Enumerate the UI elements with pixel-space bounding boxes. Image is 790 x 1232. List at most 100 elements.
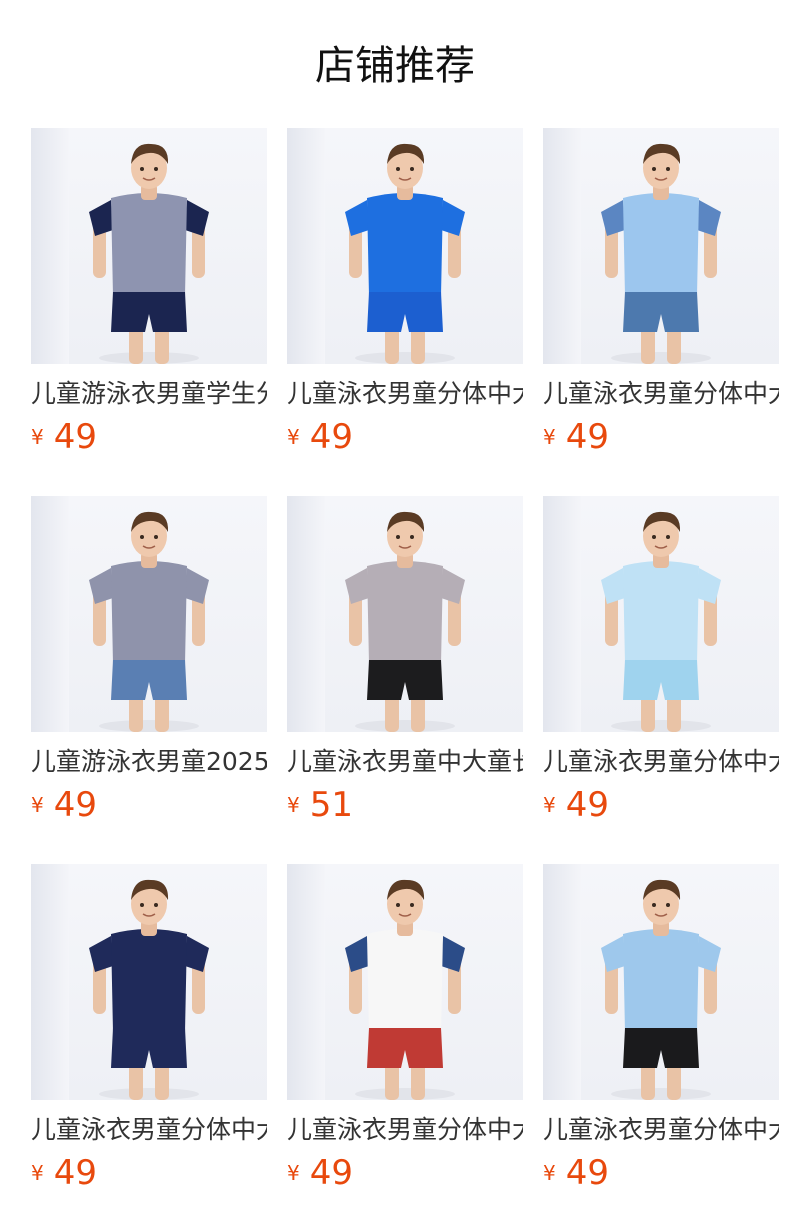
price-value: 49 — [53, 417, 97, 457]
floor-shadow — [355, 352, 455, 364]
model-figure — [345, 143, 465, 364]
right-eye — [666, 903, 670, 907]
right-eye — [666, 167, 670, 171]
product-name[interactable]: 儿童泳衣男童分体中大童 — [287, 378, 523, 410]
product-price: ¥49 — [287, 1152, 353, 1194]
model-figure — [89, 143, 209, 364]
price-value: 49 — [309, 1153, 353, 1193]
left-eye — [396, 167, 400, 171]
product-name[interactable]: 儿童泳衣男童分体中大童 — [543, 746, 779, 778]
product-card[interactable]: 儿童泳衣男童分体中大童 ¥49 — [287, 864, 523, 1204]
product-card[interactable]: 儿童泳衣男童分体中大童 ¥49 — [543, 496, 779, 836]
currency-symbol: ¥ — [31, 425, 44, 449]
right-eye — [410, 903, 414, 907]
left-sleeve — [601, 568, 625, 604]
product-grid: 儿童游泳衣男童学生分体 ¥49 儿童泳衣男童分体中大童 ¥49 儿童泳衣男童分体… — [0, 0, 790, 1232]
left-eye — [140, 535, 144, 539]
swim-shirt — [111, 929, 187, 1032]
left-sleeve — [89, 200, 113, 236]
left-sleeve — [345, 936, 369, 972]
floor-shadow — [99, 1088, 199, 1100]
swim-shorts — [623, 292, 699, 332]
model-figure — [601, 879, 721, 1100]
product-price: ¥49 — [31, 1152, 97, 1194]
left-eye — [652, 167, 656, 171]
price-value: 49 — [53, 1153, 97, 1193]
floor-shadow — [355, 1088, 455, 1100]
currency-symbol: ¥ — [543, 425, 556, 449]
product-image[interactable] — [543, 128, 779, 364]
product-price: ¥51 — [287, 784, 353, 826]
product-image[interactable] — [287, 496, 523, 732]
product-card[interactable]: 儿童泳衣男童分体中大童 ¥49 — [31, 864, 267, 1204]
price-value: 49 — [565, 1153, 609, 1193]
left-sleeve — [345, 200, 369, 236]
product-image[interactable] — [31, 128, 267, 364]
right-sleeve — [185, 200, 209, 236]
left-sleeve — [601, 936, 625, 972]
product-card[interactable]: 儿童游泳衣男童2025新款 ¥49 — [31, 496, 267, 836]
left-eye — [396, 903, 400, 907]
swim-shirt — [111, 561, 187, 664]
model-figure — [345, 511, 465, 732]
product-image[interactable] — [287, 864, 523, 1100]
floor-shadow — [611, 352, 711, 364]
model-figure — [89, 879, 209, 1100]
currency-symbol: ¥ — [31, 793, 44, 817]
price-value: 49 — [565, 785, 609, 825]
currency-symbol: ¥ — [287, 1161, 300, 1185]
swim-shorts — [367, 660, 443, 700]
product-name[interactable]: 儿童泳衣男童分体中大童 — [287, 1114, 523, 1146]
right-eye — [410, 167, 414, 171]
left-sleeve — [89, 936, 113, 972]
swim-shirt — [623, 929, 699, 1032]
swim-shorts — [623, 660, 699, 700]
product-price: ¥49 — [31, 784, 97, 826]
floor-shadow — [99, 720, 199, 732]
product-name[interactable]: 儿童游泳衣男童学生分体 — [31, 378, 267, 410]
product-card[interactable]: 儿童泳衣男童中大童长袖 ¥51 — [287, 496, 523, 836]
left-eye — [652, 535, 656, 539]
product-price: ¥49 — [543, 784, 609, 826]
product-name[interactable]: 儿童泳衣男童中大童长袖 — [287, 746, 523, 778]
floor-shadow — [99, 352, 199, 364]
product-image[interactable] — [31, 864, 267, 1100]
right-eye — [154, 167, 158, 171]
left-eye — [396, 535, 400, 539]
swim-shorts — [367, 1028, 443, 1068]
swim-shirt — [367, 561, 443, 664]
product-image[interactable] — [31, 496, 267, 732]
swim-shorts — [111, 292, 187, 332]
price-value: 49 — [565, 417, 609, 457]
product-price: ¥49 — [31, 416, 97, 458]
right-sleeve — [697, 936, 721, 972]
right-eye — [666, 535, 670, 539]
floor-shadow — [611, 1088, 711, 1100]
product-price: ¥49 — [543, 416, 609, 458]
swim-shirt — [623, 561, 699, 664]
product-card[interactable]: 儿童泳衣男童分体中大童 ¥49 — [287, 128, 523, 468]
floor-shadow — [355, 720, 455, 732]
product-name[interactable]: 儿童游泳衣男童2025新款 — [31, 746, 267, 778]
product-image[interactable] — [543, 496, 779, 732]
product-image[interactable] — [287, 128, 523, 364]
swim-shorts — [367, 292, 443, 332]
product-card[interactable]: 儿童泳衣男童分体中大童 ¥49 — [543, 864, 779, 1204]
product-image[interactable] — [543, 864, 779, 1100]
model-figure — [89, 511, 209, 732]
model-figure — [601, 511, 721, 732]
right-sleeve — [185, 936, 209, 972]
right-eye — [154, 903, 158, 907]
product-name[interactable]: 儿童泳衣男童分体中大童 — [543, 1114, 779, 1146]
product-name[interactable]: 儿童泳衣男童分体中大童 — [543, 378, 779, 410]
currency-symbol: ¥ — [287, 793, 300, 817]
swim-shorts — [623, 1028, 699, 1068]
swim-shirt — [367, 929, 443, 1032]
product-card[interactable]: 儿童游泳衣男童学生分体 ¥49 — [31, 128, 267, 468]
product-name[interactable]: 儿童泳衣男童分体中大童 — [31, 1114, 267, 1146]
right-sleeve — [441, 200, 465, 236]
left-eye — [652, 903, 656, 907]
right-eye — [410, 535, 414, 539]
product-card[interactable]: 儿童泳衣男童分体中大童 ¥49 — [543, 128, 779, 468]
left-sleeve — [601, 200, 625, 236]
